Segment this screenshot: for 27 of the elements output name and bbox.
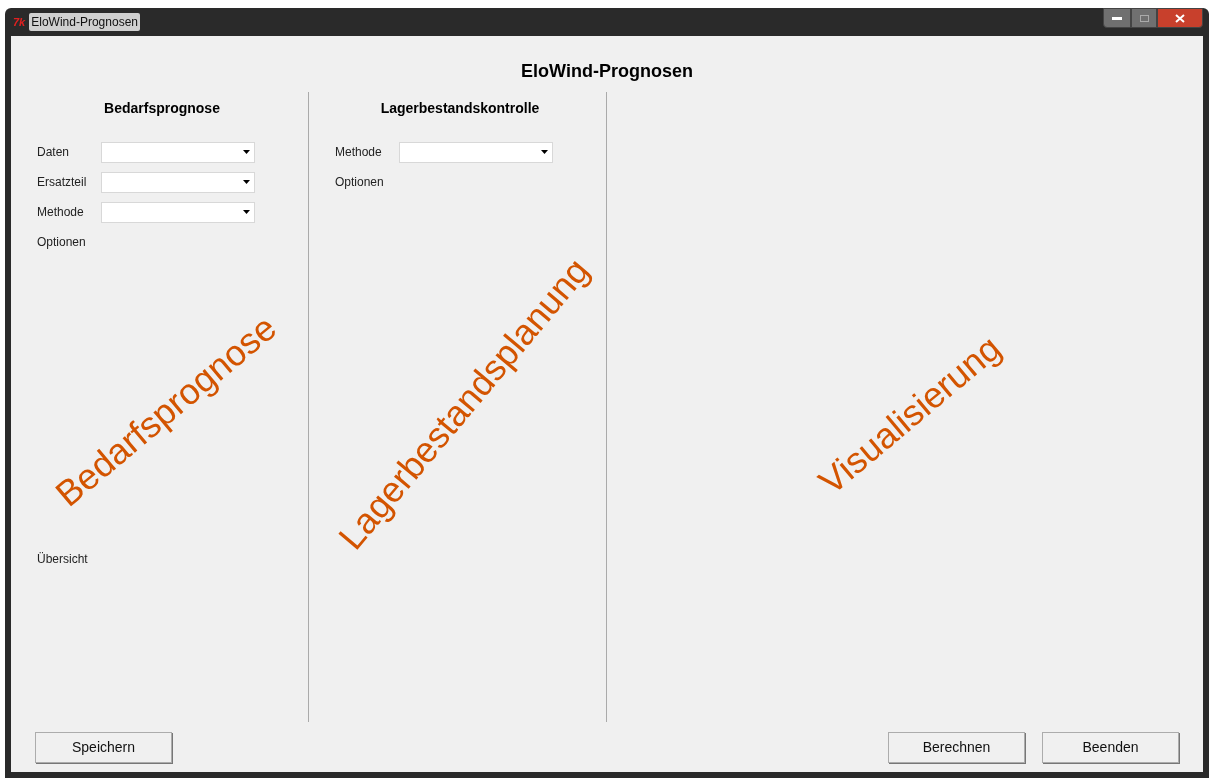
action-button[interactable]: Speichern: [35, 731, 172, 763]
action-button[interactable]: Berechnen: [888, 731, 1025, 763]
section-label: Optionen: [335, 174, 385, 191]
dropdown-field[interactable]: [101, 201, 255, 223]
action-button[interactable]: Beenden: [1042, 731, 1179, 763]
window-title: EloWind-Prognosen: [29, 13, 140, 31]
dropdown-field[interactable]: [101, 141, 255, 163]
section-label: Optionen: [37, 234, 87, 251]
minimize-button[interactable]: [1103, 8, 1131, 28]
caret-icon: [243, 210, 250, 214]
app-icon: 7k: [13, 13, 26, 31]
maximize-button[interactable]: [1131, 8, 1157, 28]
section-title: Bedarfsprognose: [103, 99, 221, 118]
field-label: Daten: [37, 144, 71, 161]
close-icon: [1175, 13, 1185, 23]
section-title: Lagerbestandskontrolle: [379, 99, 541, 118]
app-heading: EloWind-Prognosen: [520, 60, 694, 83]
dropdown-field[interactable]: [101, 171, 255, 193]
caret-icon: [243, 150, 250, 154]
field-label: Methode: [335, 144, 383, 161]
close-button[interactable]: [1157, 8, 1203, 28]
section-label: Übersicht: [37, 551, 89, 568]
caret-icon: [243, 180, 250, 184]
field-label: Methode: [37, 204, 85, 221]
dropdown-field[interactable]: [399, 141, 553, 163]
caret-icon: [541, 150, 548, 154]
field-label: Ersatzteil: [37, 174, 88, 191]
